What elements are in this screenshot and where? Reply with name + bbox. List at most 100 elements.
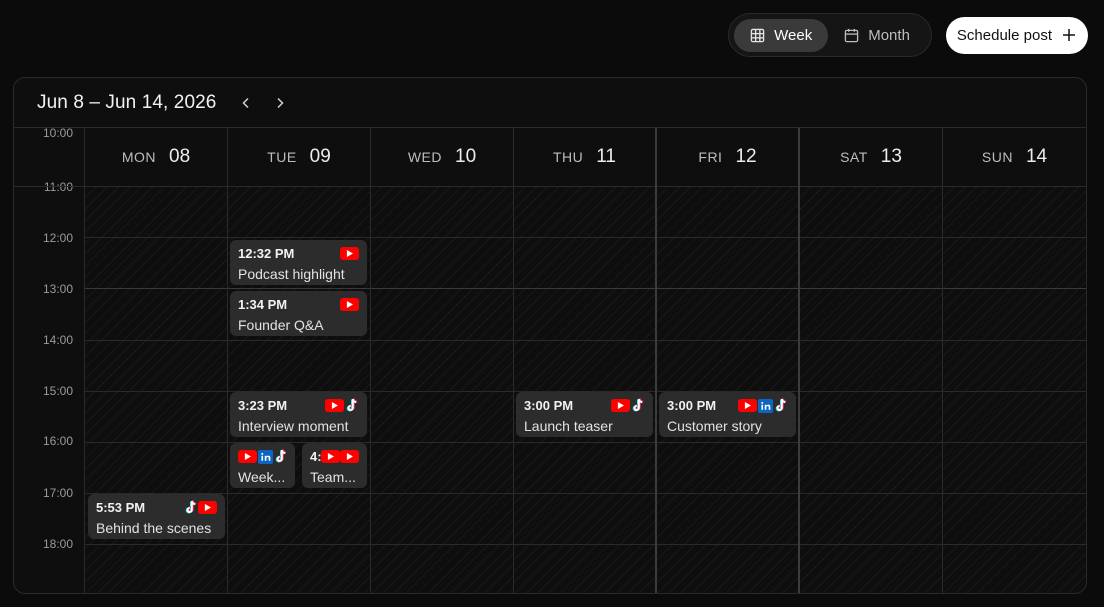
hour-divider — [371, 442, 513, 443]
hour-divider — [371, 237, 513, 239]
hour-divider — [657, 544, 798, 546]
time-label: 14:00 — [42, 333, 73, 347]
hour-divider — [514, 493, 655, 495]
youtube-icon — [340, 297, 359, 311]
hour-divider — [657, 237, 798, 239]
day-column-mon: MON 08 5:53 PM Behind the scenes — [85, 128, 228, 593]
day-column-sun: SUN 14 — [943, 128, 1086, 593]
next-week-button[interactable] — [272, 95, 288, 111]
day-column-fri: FRI 12 3:00 PM Customer story — [657, 128, 800, 593]
platform-icons — [238, 449, 288, 464]
day-name: FRI — [698, 149, 723, 165]
day-number: 08 — [169, 146, 191, 167]
hour-divider — [800, 237, 942, 239]
time-label: 17:00 — [42, 486, 73, 500]
hour-divider — [657, 442, 798, 443]
scheduled-post[interactable]: 3:00 PM Launch teaser — [516, 392, 653, 437]
previous-week-button[interactable] — [238, 95, 254, 111]
hour-divider — [228, 339, 370, 341]
time-slots[interactable]: 3:00 PM Launch teaser — [514, 186, 655, 593]
post-time: 12:32 PM — [238, 245, 295, 261]
hour-divider — [371, 186, 513, 187]
platform-icons — [738, 398, 788, 413]
post-header: 3:23 PM — [238, 398, 359, 413]
hour-divider — [228, 288, 370, 290]
week-view-label: Week — [774, 26, 813, 44]
post-header: 12:32 PM — [238, 246, 359, 261]
time-label: 11:00 — [43, 180, 73, 194]
scheduled-post[interactable]: 4:3 Team... — [302, 443, 367, 488]
day-name: SUN — [981, 149, 1013, 165]
hour-divider — [800, 544, 942, 546]
hour-divider — [943, 186, 1086, 187]
tiktok-icon — [631, 398, 645, 413]
week-navigation — [238, 95, 288, 111]
day-number: 12 — [735, 146, 757, 167]
platform-icons — [183, 500, 217, 515]
calendar-header: Jun 8 – Jun 14, 2026 — [14, 78, 1086, 127]
platform-icons — [321, 450, 359, 463]
header-divider — [14, 186, 84, 187]
scheduled-post[interactable]: 4 Week... — [230, 443, 295, 488]
day-number: 13 — [880, 146, 902, 167]
calendar-grid: 10:00 11:00 12:00 13:00 14:00 15:00 16:00 17:00… — [14, 126, 1086, 593]
hour-divider — [657, 288, 798, 290]
hour-divider — [371, 288, 513, 290]
week-view-button[interactable]: Week — [734, 18, 829, 52]
time-slots[interactable] — [800, 186, 942, 593]
post-time: 1:34 PM — [238, 296, 288, 312]
chevron-right-icon — [277, 97, 285, 108]
youtube-icon — [198, 501, 217, 514]
hour-divider — [943, 237, 1086, 239]
time-label: 13:00 — [42, 282, 73, 296]
post-time: 4:3 — [310, 449, 321, 464]
day-name: SAT — [840, 149, 868, 165]
post-title: Behind the scenes — [96, 520, 212, 536]
plus-icon — [1063, 29, 1075, 41]
day-name: TUE — [267, 149, 297, 165]
hour-divider — [228, 237, 370, 239]
time-slots[interactable]: 3:00 PM Customer story — [657, 186, 798, 593]
hour-divider — [371, 493, 513, 495]
hour-divider — [800, 186, 942, 187]
schedule-post-button[interactable]: Schedule post — [945, 16, 1088, 54]
day-header: WED 10 — [371, 128, 513, 186]
hour-divider — [514, 544, 655, 546]
hour-divider — [85, 186, 227, 187]
tiktok-icon — [274, 449, 288, 464]
scheduled-post[interactable]: 1:34 PM Founder Q&A — [230, 290, 367, 336]
scheduled-post[interactable]: 12:32 PM Podcast highlight — [230, 239, 367, 285]
month-view-label: Month — [868, 26, 910, 44]
post-title: Founder Q&A — [238, 316, 324, 333]
post-header: 4:3 — [310, 449, 359, 464]
day-column-thu: THU 11 3:00 PM Launch teaser — [514, 128, 657, 593]
time-label: 12:00 — [42, 231, 73, 245]
month-view-button[interactable]: Month — [828, 19, 926, 52]
youtube-icon — [738, 399, 757, 412]
platform-icons — [340, 297, 359, 311]
time-label: 16:00 — [42, 434, 73, 448]
time-slots[interactable] — [371, 186, 513, 593]
time-slots[interactable] — [943, 186, 1086, 593]
time-slots[interactable]: 5:53 PM Behind the scenes — [85, 186, 227, 593]
hour-divider — [228, 186, 370, 187]
day-header: THU 11 — [514, 128, 655, 186]
hour-divider — [800, 390, 942, 392]
hour-divider — [371, 544, 513, 546]
hour-divider — [514, 288, 655, 290]
tiktok-icon — [184, 500, 198, 515]
platform-icons — [340, 246, 359, 260]
youtube-icon — [325, 399, 344, 412]
day-columns: MON 08 5:53 PM Behind the scenes TUE 09 12:32 … — [85, 128, 1086, 593]
day-number: 10 — [455, 146, 477, 167]
linkedin-icon — [758, 398, 773, 413]
hour-divider — [371, 390, 513, 392]
time-slots[interactable]: 12:32 PM Podcast highlight 1:34 PM Founder … — [228, 186, 370, 593]
hour-divider — [943, 339, 1086, 341]
scheduled-post[interactable]: 3:23 PM Interview moment — [230, 392, 367, 437]
scheduled-post[interactable]: 5:53 PM Behind the scenes — [88, 494, 225, 539]
scheduled-post[interactable]: 3:00 PM Customer story — [659, 392, 796, 437]
day-number: 11 — [596, 146, 616, 167]
day-header: FRI 12 — [657, 128, 798, 186]
day-header: SAT 13 — [800, 128, 942, 186]
